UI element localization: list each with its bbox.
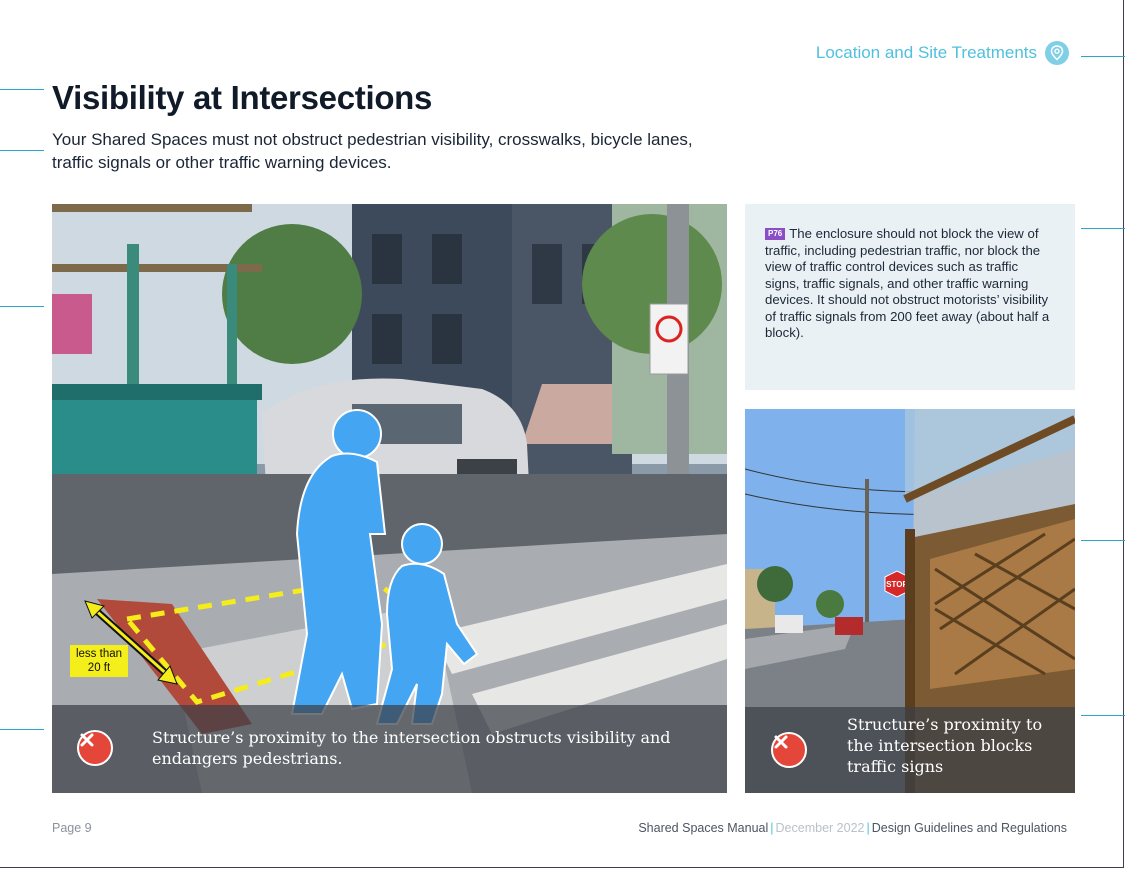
error-x-icon [771, 732, 807, 768]
margin-tick [0, 729, 44, 730]
intro-paragraph: Your Shared Spaces must not obstruct ped… [52, 130, 693, 172]
section-tag: Location and Site Treatments [816, 41, 1069, 65]
margin-tick [0, 306, 44, 307]
page-number: Page 9 [52, 821, 92, 835]
main-photo-caption: Structure’s proximity to the intersectio… [152, 728, 671, 768]
footer-chapter: Design Guidelines and Regulations [871, 821, 1067, 835]
distance-label-text: less than 20 ft [75, 648, 123, 674]
main-photo-caption-bar: Structure’s proximity to the intersectio… [52, 705, 727, 793]
regulation-badge: P76 [765, 228, 786, 240]
page-title: Visibility at Intersections [52, 79, 433, 116]
margin-tick [1081, 228, 1125, 229]
info-box-text: The enclosure should not block the view … [765, 226, 1050, 340]
margin-tick [0, 150, 44, 151]
info-box: P76 The enclosure should not block the vi… [745, 204, 1075, 390]
main-photo: less than 20 ft Structure’s proximity to… [52, 204, 727, 793]
footer-manual: Shared Spaces Manual [638, 821, 769, 835]
side-photo-caption: Structure’s proximity to the intersectio… [847, 715, 1043, 776]
margin-tick [1081, 715, 1125, 716]
section-label: Location and Site Treatments [815, 43, 1037, 62]
footer-credits: Shared Spaces Manual | December 2022 | Desig… [638, 821, 1067, 835]
location-pin-icon [1045, 41, 1069, 65]
distance-label: less than 20 ft [70, 645, 128, 677]
footer-date: December 2022 [775, 821, 865, 835]
side-photo-caption-bar: Structure’s proximity to the intersectio… [745, 707, 1075, 793]
margin-tick [1081, 540, 1125, 541]
side-photo: STOP Structure’s proximity to the inters… [745, 409, 1075, 793]
margin-tick [1081, 56, 1125, 57]
margin-tick [0, 89, 44, 90]
error-x-icon [77, 730, 113, 766]
